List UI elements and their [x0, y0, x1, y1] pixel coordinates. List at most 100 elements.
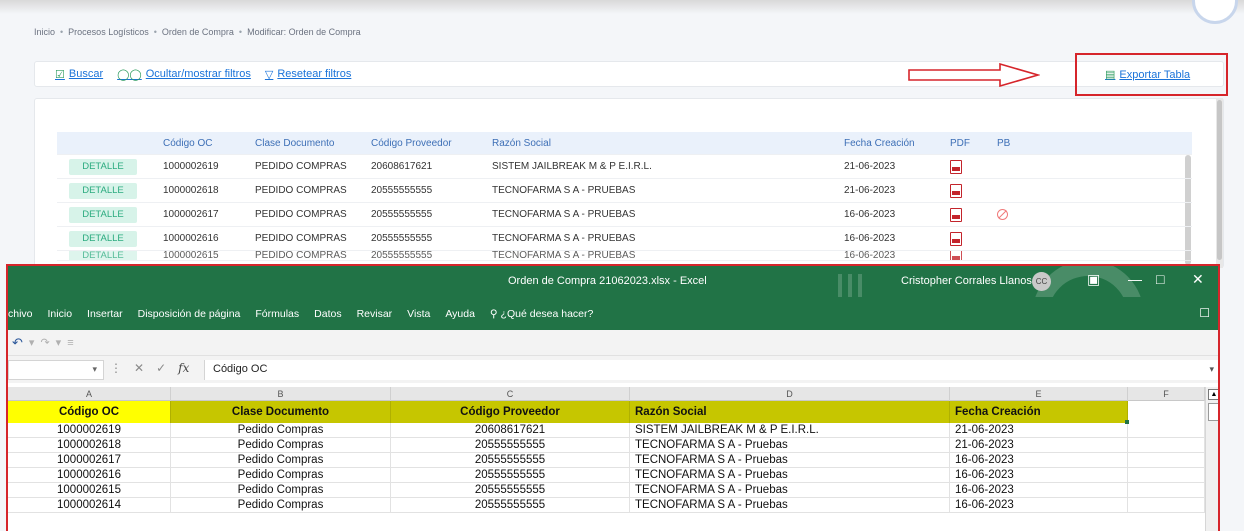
name-box[interactable]: ▾ [8, 360, 104, 380]
panel-scroll-thumb[interactable] [1217, 100, 1222, 260]
cell-fecha[interactable]: 16-06-2023 [950, 453, 1128, 468]
column-header-e[interactable]: E [950, 387, 1128, 401]
user-initials-avatar[interactable]: CC [1032, 272, 1051, 291]
cell-fecha[interactable]: 21-06-2023 [950, 438, 1128, 453]
cell-c1[interactable]: Código Proveedor [391, 401, 630, 423]
customize-qat-icon[interactable]: ≡ [67, 337, 73, 349]
breadcrumb-item-orden[interactable]: Orden de Compra [162, 27, 234, 37]
cell-clase[interactable]: Pedido Compras [171, 438, 391, 453]
export-table-button[interactable]: ▤ Exportar Tabla [1105, 68, 1190, 82]
cell-f1[interactable] [1128, 401, 1205, 423]
col-header-pdf[interactable]: PDF [950, 132, 970, 154]
tab-datos[interactable]: Datos [314, 308, 341, 320]
cell-clase[interactable]: Pedido Compras [171, 453, 391, 468]
formula-input[interactable]: Código OC ▾ [204, 360, 1218, 380]
reset-filters-button[interactable]: ▽ Resetear filtros [265, 68, 351, 81]
cell-empty[interactable] [1128, 468, 1205, 483]
cell-fecha[interactable]: 16-06-2023 [950, 483, 1128, 498]
cell-proveedor[interactable]: 20555555555 [391, 498, 630, 513]
cell-empty[interactable] [1128, 423, 1205, 438]
pdf-icon[interactable] [950, 159, 962, 174]
redo-dropdown-icon[interactable]: ▾ [56, 336, 62, 349]
cell-proveedor[interactable]: 20555555555 [391, 483, 630, 498]
close-icon[interactable]: ✕ [1192, 271, 1204, 288]
insert-function-icon[interactable]: fx [178, 361, 189, 375]
tab-insertar[interactable]: Insertar [87, 308, 123, 320]
cell-proveedor[interactable]: 20555555555 [391, 468, 630, 483]
cell-codigo-oc[interactable]: 1000002615 [8, 483, 171, 498]
cell-codigo-oc[interactable]: 1000002614 [8, 498, 171, 513]
cell-codigo-oc[interactable]: 1000002616 [8, 468, 171, 483]
expand-formula-icon[interactable]: ▾ [1209, 364, 1214, 375]
col-header-clase[interactable]: Clase Documento [255, 132, 334, 154]
tab-archivo[interactable]: chivo [8, 308, 33, 320]
tab-formulas[interactable]: Fórmulas [255, 308, 299, 320]
sheet-vertical-scrollbar[interactable]: ▲ [1205, 387, 1218, 531]
cell-codigo-oc[interactable]: 1000002619 [8, 423, 171, 438]
enter-icon[interactable]: ✓ [156, 361, 166, 375]
tab-vista[interactable]: Vista [407, 308, 430, 320]
pdf-icon[interactable] [950, 231, 962, 246]
maximize-icon[interactable]: □ [1156, 271, 1164, 287]
cell-a1[interactable]: Código OC [8, 401, 171, 423]
cell-empty[interactable] [1128, 483, 1205, 498]
ribbon-display-icon[interactable]: ▣ [1087, 271, 1100, 288]
cell-razon[interactable]: SISTEM JAILBREAK M & P E.I.R.L. [630, 423, 950, 438]
tab-ayuda[interactable]: Ayuda [445, 308, 475, 320]
col-header-pb[interactable]: PB [997, 132, 1010, 154]
pdf-icon[interactable] [950, 251, 962, 260]
cell-razon[interactable]: TECNOFARMA S A - Pruebas [630, 498, 950, 513]
col-header-razon[interactable]: Razón Social [492, 132, 551, 154]
detalle-button[interactable]: DETALLE [69, 251, 137, 260]
col-header-codigo-oc[interactable]: Código OC [163, 132, 212, 154]
user-avatar[interactable] [1192, 0, 1238, 24]
cell-empty[interactable] [1128, 453, 1205, 468]
cell-d1[interactable]: Razón Social [630, 401, 950, 423]
cell-clase[interactable]: Pedido Compras [171, 468, 391, 483]
cell-b1[interactable]: Clase Documento [171, 401, 391, 423]
toggle-filters-button[interactable]: ◯◯ Ocultar/mostrar filtros [117, 68, 251, 81]
column-header-c[interactable]: C [391, 387, 630, 401]
selection-fill-handle[interactable] [1125, 420, 1129, 424]
col-header-fecha[interactable]: Fecha Creación [844, 132, 915, 154]
cell-codigo-oc[interactable]: 1000002618 [8, 438, 171, 453]
cell-empty[interactable] [1128, 438, 1205, 453]
search-button[interactable]: ☑ Buscar [55, 68, 103, 81]
excel-user-name[interactable]: Cristopher Corrales Llanos [901, 275, 1032, 287]
col-header-proveedor[interactable]: Código Proveedor [371, 132, 452, 154]
breadcrumb-item-procesos[interactable]: Procesos Logísticos [68, 27, 149, 37]
column-header-b[interactable]: B [171, 387, 391, 401]
cell-proveedor[interactable]: 20555555555 [391, 438, 630, 453]
scroll-up-icon[interactable]: ▲ [1208, 389, 1218, 400]
minimize-icon[interactable]: — [1128, 271, 1142, 287]
cell-clase[interactable]: Pedido Compras [171, 483, 391, 498]
name-box-dropdown-icon[interactable]: ▾ [92, 364, 97, 375]
pdf-icon[interactable] [950, 207, 962, 222]
tab-revisar[interactable]: Revisar [357, 308, 393, 320]
cell-fecha[interactable]: 16-06-2023 [950, 468, 1128, 483]
undo-icon[interactable]: ↶ [12, 335, 23, 351]
detalle-button[interactable]: DETALLE [69, 206, 137, 223]
tell-me-box[interactable]: ⚲ ¿Qué desea hacer? [490, 308, 593, 320]
cell-proveedor[interactable]: 20555555555 [391, 453, 630, 468]
cell-proveedor[interactable]: 20608617621 [391, 423, 630, 438]
detalle-button[interactable]: DETALLE [69, 230, 137, 247]
cell-razon[interactable]: TECNOFARMA S A - Pruebas [630, 438, 950, 453]
cell-empty[interactable] [1128, 498, 1205, 513]
column-header-f[interactable]: F [1128, 387, 1205, 401]
comments-icon[interactable]: ☐ [1199, 306, 1210, 320]
redo-icon[interactable]: ↷ [40, 336, 49, 349]
cell-fecha[interactable]: 21-06-2023 [950, 423, 1128, 438]
breadcrumb-item-inicio[interactable]: Inicio [34, 27, 55, 37]
cell-clase[interactable]: Pedido Compras [171, 423, 391, 438]
sheet-scroll-thumb[interactable] [1208, 403, 1218, 421]
cell-razon[interactable]: TECNOFARMA S A - Pruebas [630, 483, 950, 498]
detalle-button[interactable]: DETALLE [69, 158, 137, 175]
cell-codigo-oc[interactable]: 1000002617 [8, 453, 171, 468]
cell-razon[interactable]: TECNOFARMA S A - Pruebas [630, 453, 950, 468]
undo-dropdown-icon[interactable]: ▾ [29, 336, 35, 349]
column-header-a[interactable]: A [8, 387, 171, 401]
cell-fecha[interactable]: 16-06-2023 [950, 498, 1128, 513]
tab-inicio[interactable]: Inicio [48, 308, 73, 320]
cell-clase[interactable]: Pedido Compras [171, 498, 391, 513]
